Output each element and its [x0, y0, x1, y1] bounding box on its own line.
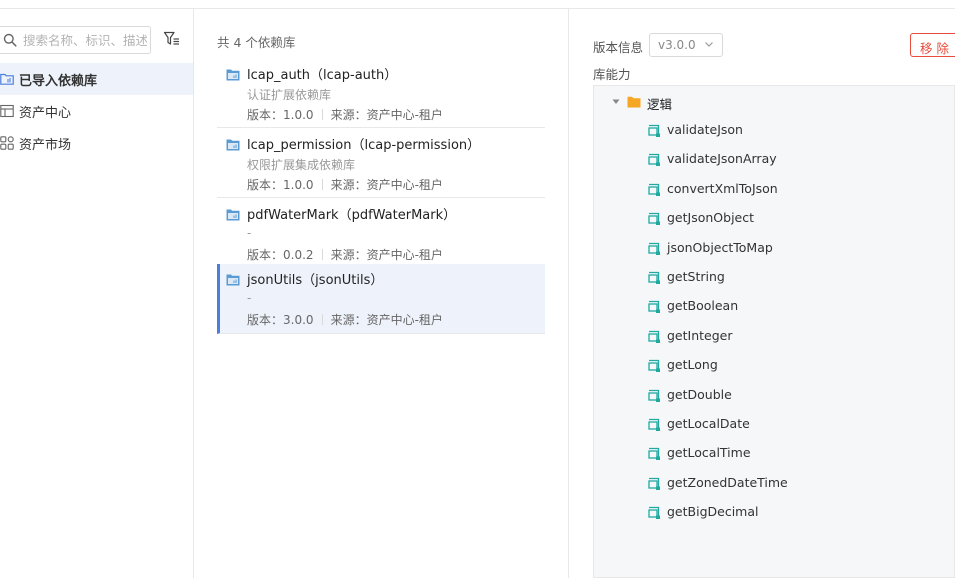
library-list-panel: 共 4 个依赖库 lcap_auth（lcap-auth） 认证扩展依赖库 版本…: [194, 9, 569, 578]
tree-item-label: jsonObjectToMap: [667, 239, 773, 255]
logic-function-icon: [648, 154, 660, 167]
filter-icon[interactable]: [163, 30, 181, 48]
search-input[interactable]: [23, 30, 147, 50]
logic-function-icon: [648, 242, 660, 255]
tree-item-label: getInteger: [667, 327, 733, 343]
version-select[interactable]: v3.0.0: [649, 33, 723, 57]
sidebar-item-asset-center[interactable]: 资产中心: [0, 95, 193, 127]
remove-button-label: 移除: [920, 41, 954, 56]
folder-icon: [627, 96, 641, 108]
capability-tree: 逻辑 validateJson validateJsonArray convertX…: [593, 85, 955, 578]
logic-function-icon: [648, 418, 660, 431]
search-icon: [3, 33, 17, 47]
folder-library-icon: [0, 73, 14, 85]
library-source: 资产中心-租户: [366, 313, 443, 327]
tree-item-label: getLocalDate: [667, 416, 750, 431]
version-prefix: 版本：: [247, 248, 284, 262]
library-version: 0.0.2: [283, 248, 314, 262]
library-name: jsonUtils（jsonUtils）: [247, 273, 384, 288]
library-name: lcap_auth（lcap-auth）: [247, 68, 398, 83]
version-select-value: v3.0.0: [658, 38, 696, 52]
search-box[interactable]: [0, 26, 151, 54]
library-description: 权限扩展集成依赖库: [247, 158, 356, 172]
logic-function-icon: [648, 448, 660, 461]
library-icon: [226, 69, 240, 81]
sidebar-item-label: 资产市场: [19, 138, 72, 153]
version-prefix: 版本：: [247, 313, 284, 327]
logic-function-icon: [648, 477, 660, 490]
tree-item-label: convertXmlToJson: [667, 180, 778, 196]
logic-function-icon: [648, 213, 660, 226]
capability-label: 库能力: [593, 67, 631, 82]
tree-item-label: getJsonObject: [667, 210, 755, 226]
library-source: 资产中心-租户: [366, 178, 443, 192]
divider: [321, 109, 323, 120]
library-meta: 版本：1.0.0 来源：资产中心-租户: [247, 176, 443, 193]
divider: [321, 249, 323, 260]
sidebar-item-label: 资产中心: [19, 106, 72, 121]
tree-item-label: getDouble: [667, 386, 732, 402]
logic-function-icon: [648, 124, 660, 137]
library-version: 3.0.0: [283, 313, 314, 327]
library-meta: 版本：1.0.0 来源：资产中心-租户: [247, 106, 443, 123]
library-item-pdfwatermark[interactable]: pdfWaterMark（pdfWaterMark） - 版本：0.0.2 来源：…: [217, 199, 545, 268]
tree-item-label: getLocalTime: [667, 445, 751, 461]
library-source: 资产中心-租户: [366, 248, 443, 262]
library-version: 1.0.0: [283, 178, 314, 192]
tree-item-label: getBigDecimal: [667, 504, 759, 520]
library-name: pdfWaterMark（pdfWaterMark）: [247, 208, 457, 223]
library-name: lcap_permission（lcap-permission）: [247, 138, 481, 153]
divider: [321, 179, 323, 190]
sidebar-item-asset-market[interactable]: 资产市场: [0, 127, 193, 159]
chevron-down-icon: [705, 42, 713, 47]
library-meta: 版本：0.0.2 来源：资产中心-租户: [247, 246, 443, 263]
library-meta: 版本：3.0.0 来源：资产中心-租户: [247, 311, 443, 328]
library-description: -: [247, 226, 252, 240]
library-detail-panel: 版本信息 v3.0.0 移除 库能力 逻辑 validateJson valida…: [569, 9, 955, 578]
library-icon: [226, 274, 240, 286]
tree-item-label: getBoolean: [667, 298, 739, 314]
table-icon: [0, 104, 14, 118]
tree-item-label: getString: [667, 269, 725, 284]
source-prefix: 来源：: [330, 108, 367, 122]
caret-down-icon[interactable]: [612, 98, 620, 106]
logic-function-icon: [648, 301, 660, 314]
grid-icon: [0, 136, 14, 150]
library-count: 共 4 个依赖库: [217, 35, 296, 50]
divider: [321, 314, 323, 325]
tree-item-label: getLong: [667, 357, 718, 373]
tree-folder-label: 逻辑: [647, 97, 673, 112]
version-prefix: 版本：: [247, 178, 284, 192]
library-source: 资产中心-租户: [366, 108, 443, 122]
source-prefix: 来源：: [330, 248, 367, 262]
version-prefix: 版本：: [247, 108, 284, 122]
logic-function-icon: [648, 271, 660, 284]
library-icon: [226, 139, 240, 151]
logic-function-icon: [648, 507, 660, 520]
logic-function-icon: [648, 389, 660, 402]
library-item-lcap-auth[interactable]: lcap_auth（lcap-auth） 认证扩展依赖库 版本：1.0.0 来源：…: [217, 59, 545, 128]
library-icon: [226, 209, 240, 221]
tree-item-label: validateJson: [667, 122, 743, 137]
library-item-jsonutils[interactable]: jsonUtils（jsonUtils） - 版本：3.0.0 来源：资产中心-租…: [217, 264, 545, 334]
library-item-lcap-permission[interactable]: lcap_permission（lcap-permission） 权限扩展集成依…: [217, 129, 545, 198]
tree-item-label: getZonedDateTime: [667, 474, 788, 490]
sidebar-item-label: 已导入依赖库: [19, 74, 98, 89]
logic-function-icon: [648, 360, 660, 373]
source-prefix: 来源：: [330, 313, 367, 327]
library-description: -: [247, 291, 252, 305]
library-description: 认证扩展依赖库: [247, 88, 332, 102]
sidebar: 已导入依赖库 资产中心 资产市场: [0, 9, 194, 578]
tree-item-label: validateJsonArray: [667, 151, 777, 167]
logic-function-icon: [648, 183, 660, 196]
logic-function-icon: [648, 330, 660, 343]
remove-button[interactable]: 移除: [910, 33, 955, 57]
source-prefix: 来源：: [330, 178, 367, 192]
sidebar-item-imported-libraries[interactable]: 已导入依赖库: [0, 63, 193, 95]
library-version: 1.0.0: [283, 108, 314, 122]
version-info-label: 版本信息: [593, 40, 644, 55]
